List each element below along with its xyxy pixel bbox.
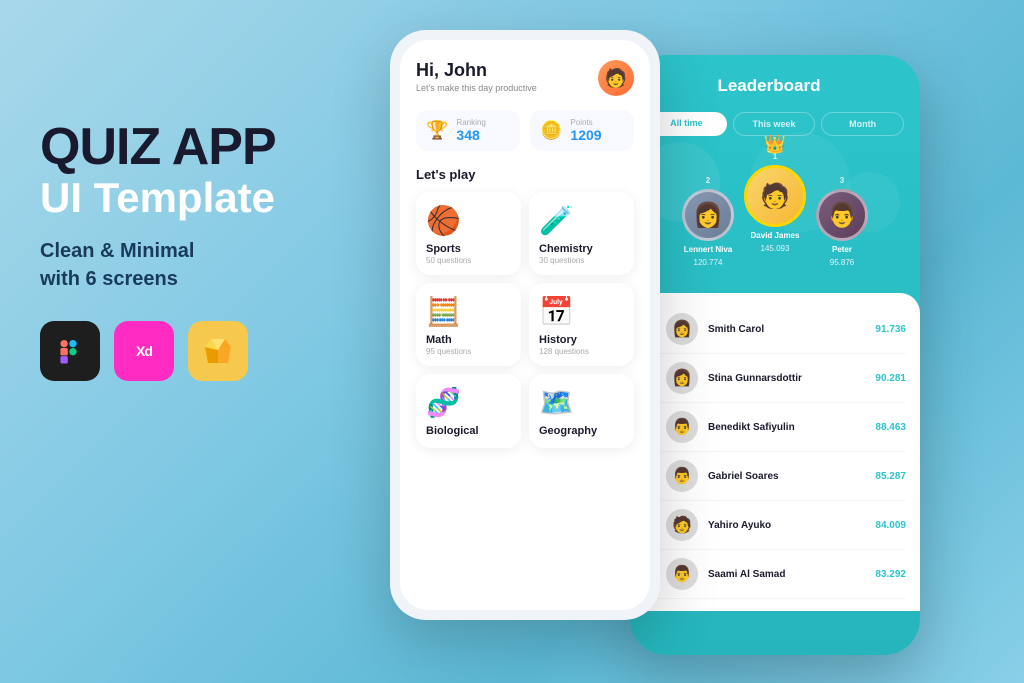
first-score: 145.093 [761,244,790,253]
points-info: Points 1209 [570,118,601,143]
third-score: 95.876 [830,258,854,267]
template-label: UI Template [40,175,380,221]
list-item: 4 👩 Smith Carol 91.736 [644,305,906,354]
leaderboard-list: 4 👩 Smith Carol 91.736 5 👩 Stina Gunnars… [630,293,920,611]
sports-count: 50 questions [426,256,511,265]
tabs-row: All time This week Month [646,112,904,136]
phone-header: Hi, John Let's make this day productive … [416,60,634,96]
geography-name: Geography [539,425,624,437]
phone1-inner: Hi, John Let's make this day productive … [400,40,650,610]
left-section: QUIZ APP UI Template Clean & Minimalwith… [40,120,380,381]
math-icon: 🧮 [426,295,511,328]
subject-sports[interactable]: 🏀 Sports 50 questions [416,192,521,275]
score-yahiro: 84.009 [875,520,906,531]
avatar-gabriel: 👨 [666,460,698,492]
list-item: 5 👩 Stina Gunnarsdottir 90.281 [644,354,906,403]
score-saami: 83.292 [875,569,906,580]
greeting-sub: Let's make this day productive [416,83,537,93]
greeting-name: Hi, John [416,60,537,81]
score-stina: 90.281 [875,373,906,384]
first-name: David James [751,231,800,240]
phone2-leaderboard: ‹ Leaderboard All time This week Month 2… [630,55,920,655]
greeting-block: Hi, John Let's make this day productive [416,60,537,93]
subject-geography[interactable]: 🗺️ Geography [529,374,634,448]
title-line1: QUIZ APP [40,118,276,176]
list-item: 8 🧑 Yahiro Ayuko 84.009 [644,501,906,550]
chemistry-name: Chemistry [539,243,624,255]
avatar-yahiro: 🧑 [666,509,698,541]
figma-icon [40,321,100,381]
second-avatar: 👩 [682,189,734,241]
trophy-icon: 🏆 [426,120,448,141]
history-name: History [539,334,624,346]
chemistry-count: 30 questions [539,256,624,265]
list-item: 7 👨 Gabriel Soares 85.287 [644,452,906,501]
biological-name: Biological [426,425,511,437]
leaderboard-header: ‹ Leaderboard [630,55,920,112]
lets-play-label: Let's play [416,167,634,182]
history-count: 128 questions [539,347,624,356]
second-score: 120.774 [694,258,723,267]
ranking-label: Ranking [456,118,485,127]
avatar-smith: 👩 [666,313,698,345]
tool-icons-row: Xd [40,321,380,381]
name-yahiro: Yahiro Ayuko [708,520,865,531]
subject-history[interactable]: 📅 History 128 questions [529,283,634,366]
history-icon: 📅 [539,295,624,328]
name-smith: Smith Carol [708,324,865,335]
subtitle: Clean & Minimalwith 6 screens [40,237,380,293]
chemistry-icon: 🧪 [539,204,624,237]
name-gabriel: Gabriel Soares [708,471,865,482]
stats-row: 🏆 Ranking 348 🪙 Points 1209 [416,110,634,151]
leaderboard-title: Leaderboard [662,76,876,96]
avatar-benedikt: 👨 [666,411,698,443]
subject-math[interactable]: 🧮 Math 95 questions [416,283,521,366]
ranking-card: 🏆 Ranking 348 [416,110,520,151]
third-name: Peter [832,245,852,254]
app-title: QUIZ APP [40,120,380,175]
second-name: Lennert Niva [684,245,732,254]
geography-icon: 🗺️ [539,386,624,419]
podium-second: 2 👩 Lennert Niva 120.774 [682,176,734,267]
biological-icon: 🧬 [426,386,511,419]
score-gabriel: 85.287 [875,471,906,482]
name-saami: Saami Al Samad [708,569,865,580]
podium-first: 👑 1 🧑 David James 145.093 [744,152,806,253]
math-count: 95 questions [426,347,511,356]
sports-name: Sports [426,243,511,255]
xd-icon: Xd [114,321,174,381]
phone1-quiz-home: Hi, John Let's make this day productive … [390,30,660,620]
score-benedikt: 88.463 [875,422,906,433]
subject-chemistry[interactable]: 🧪 Chemistry 30 questions [529,192,634,275]
user-avatar: 🧑 [598,60,634,96]
avatar-saami: 👨 [666,558,698,590]
sketch-icon [188,321,248,381]
points-card: 🪙 Points 1209 [530,110,634,151]
name-benedikt: Benedikt Safiyulin [708,422,865,433]
ranking-value: 348 [456,127,485,143]
podium-third: 3 👨 Peter 95.876 [816,176,868,267]
podium-area: 2 👩 Lennert Niva 120.774 👑 1 🧑 David Jam… [646,152,904,283]
points-label: Points [570,118,601,127]
third-avatar: 👨 [816,189,868,241]
sports-icon: 🏀 [426,204,511,237]
points-value: 1209 [570,127,601,143]
coin-icon: 🪙 [540,120,562,141]
second-rank: 2 [706,176,710,185]
score-smith: 91.736 [875,324,906,335]
math-name: Math [426,334,511,346]
subjects-grid: 🏀 Sports 50 questions 🧪 Chemistry 30 que… [416,192,634,448]
crown-icon: 👑 [764,134,786,155]
list-item: 6 👨 Benedikt Safiyulin 88.463 [644,403,906,452]
ranking-info: Ranking 348 [456,118,485,143]
subject-biological[interactable]: 🧬 Biological [416,374,521,448]
third-rank: 3 [840,176,844,185]
name-stina: Stina Gunnarsdottir [708,373,865,384]
first-avatar: 🧑 [744,165,806,227]
list-item: 9 👨 Saami Al Samad 83.292 [644,550,906,599]
avatar-stina: 👩 [666,362,698,394]
tab-month[interactable]: Month [821,112,904,136]
